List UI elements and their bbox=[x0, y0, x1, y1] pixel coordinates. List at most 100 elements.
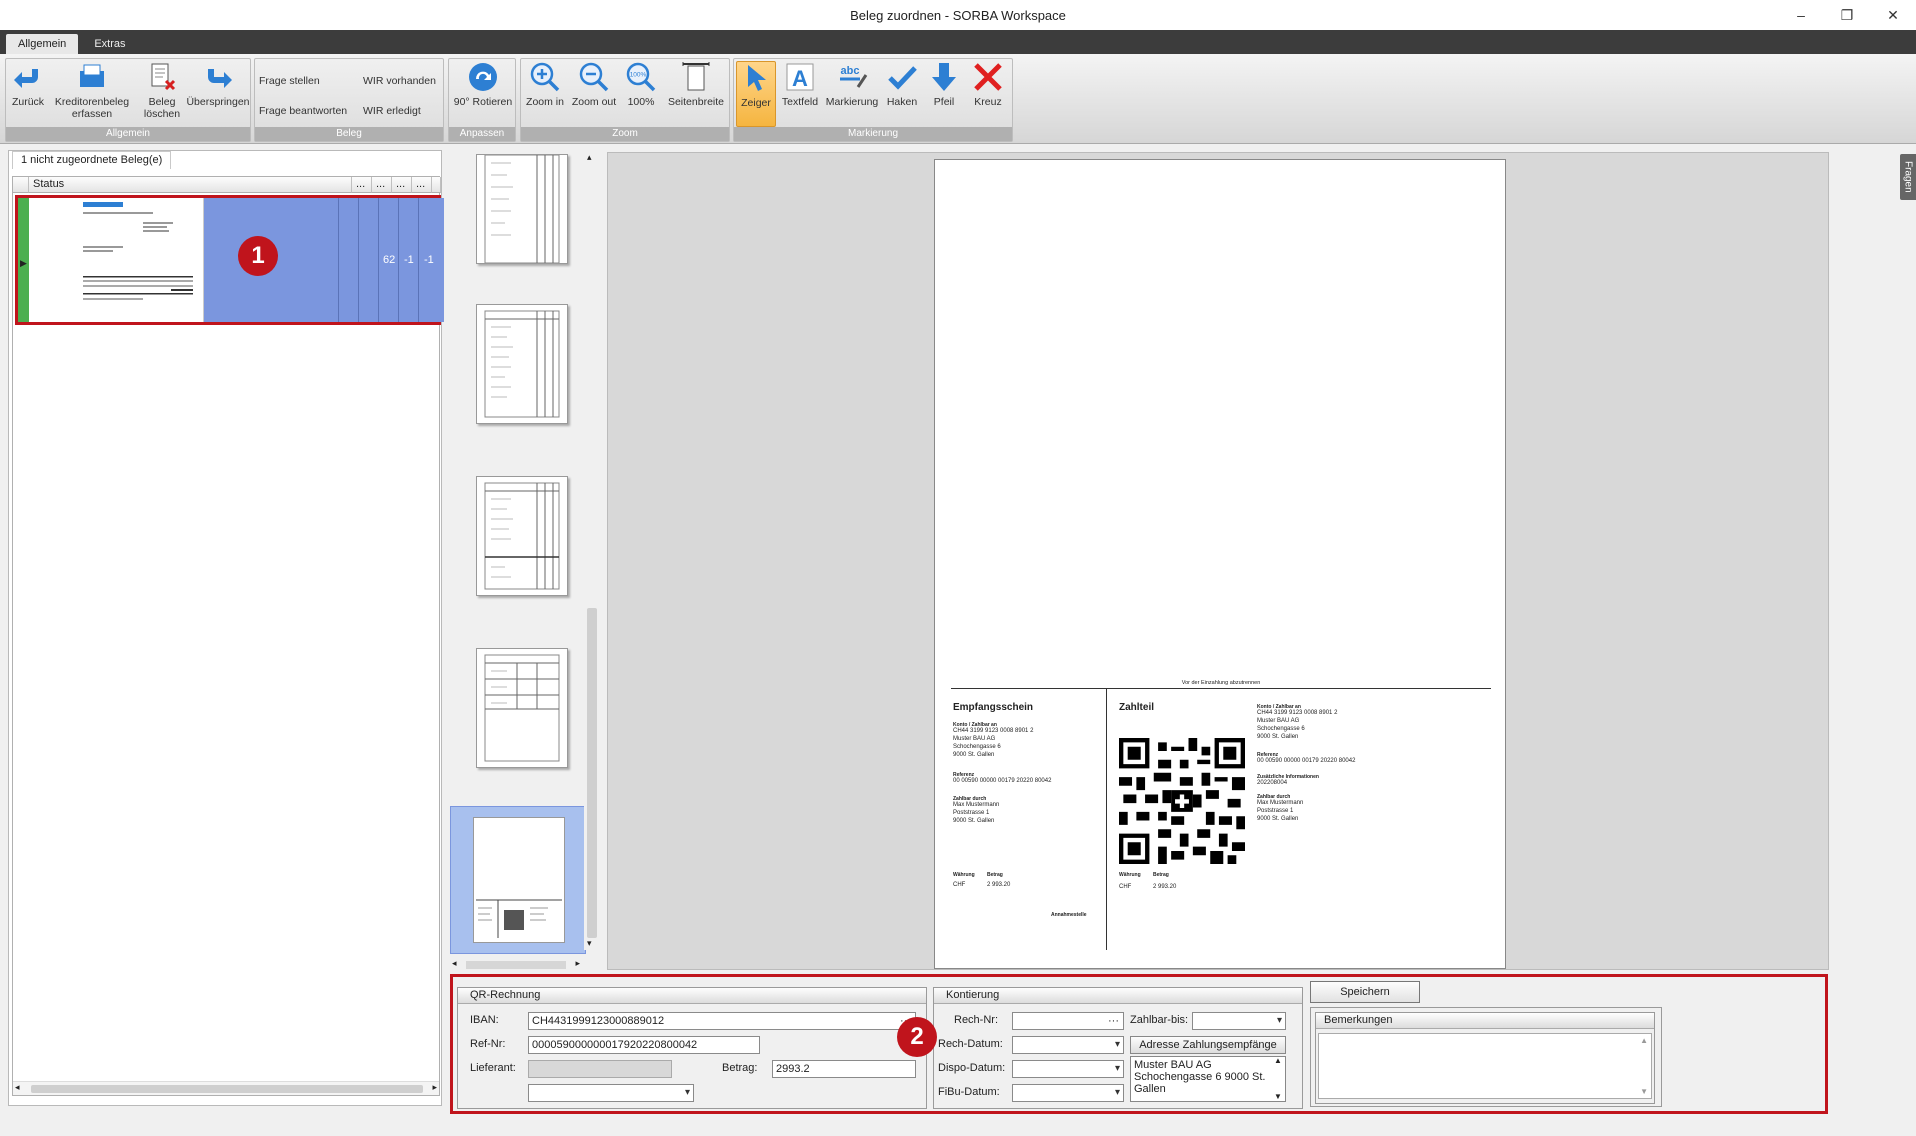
speichern-button[interactable]: Speichern bbox=[1310, 981, 1420, 1003]
ueberspringen-button[interactable]: Überspringen bbox=[186, 61, 250, 127]
row-cell-value: 62 bbox=[383, 254, 396, 266]
page-thumbnail-3[interactable] bbox=[476, 476, 568, 596]
ref-nr-field[interactable]: 000059000000017920220800042 bbox=[528, 1036, 760, 1054]
column-header[interactable]: ... bbox=[392, 177, 412, 193]
group-caption-beleg: Beleg bbox=[255, 127, 443, 141]
kontierung-group: Kontierung Rech-Nr: ··· Zahlbar-bis: Rec… bbox=[933, 987, 1303, 1109]
zoom-in-button[interactable]: Zoom in bbox=[523, 61, 567, 127]
bemerkungen-textarea[interactable]: ▲ ▼ bbox=[1318, 1033, 1652, 1099]
column-header[interactable]: ... bbox=[352, 177, 372, 193]
kontierung-title: Kontierung bbox=[934, 988, 1302, 1004]
page-preview bbox=[484, 654, 560, 762]
payment-amount: 2 993.20 bbox=[1153, 884, 1177, 890]
receipt-amount: 2 993.20 bbox=[987, 882, 1011, 888]
pfeil-button[interactable]: Pfeil bbox=[924, 61, 964, 127]
qr-rechnung-group: QR-Rechnung IBAN: CH4431999123000889012·… bbox=[457, 987, 927, 1109]
textfeld-button[interactable]: A Textfeld bbox=[778, 61, 822, 127]
scroll-thumb[interactable] bbox=[466, 961, 566, 969]
rech-datum-field[interactable] bbox=[1012, 1036, 1124, 1054]
horizontal-scrollbar[interactable]: ◂ ▸ bbox=[13, 1081, 439, 1095]
wir-vorhanden-button[interactable]: WIR vorhanden bbox=[363, 75, 436, 87]
bemerkungen-title: Bemerkungen bbox=[1316, 1013, 1654, 1029]
fibu-datum-field[interactable] bbox=[1012, 1084, 1124, 1102]
rech-nr-field[interactable]: ··· bbox=[1012, 1012, 1124, 1030]
delete-document-icon bbox=[151, 63, 176, 91]
scroll-down-icon[interactable]: ▼ bbox=[1274, 1092, 1282, 1101]
lieferant-dropdown[interactable] bbox=[528, 1084, 694, 1102]
tab-nicht-zugeordnete-belege[interactable]: 1 nicht zugeordnete Beleg(e) bbox=[12, 151, 172, 169]
qr-rechnung-title: QR-Rechnung bbox=[458, 988, 926, 1004]
scroll-thumb[interactable] bbox=[587, 608, 597, 938]
column-header-status[interactable]: Status bbox=[29, 177, 352, 193]
scroll-thumb[interactable] bbox=[31, 1085, 423, 1093]
seitenbreite-button[interactable]: Seitenbreite bbox=[663, 61, 729, 127]
payment-name: Muster BAU AG bbox=[1257, 718, 1300, 724]
zoom-out-button[interactable]: Zoom out bbox=[569, 61, 619, 127]
haken-button[interactable]: Haken bbox=[882, 61, 922, 127]
scroll-up-icon[interactable]: ▲ bbox=[1640, 1036, 1648, 1045]
fragen-side-tab[interactable]: Fragen bbox=[1900, 154, 1916, 200]
cut-line-text: Vor der Einzahlung abzutrennen bbox=[1181, 680, 1261, 686]
beleg-loeschen-button[interactable]: Beleg löschen bbox=[140, 61, 184, 127]
receipt-city: 9000 St. Gallen bbox=[953, 752, 995, 758]
thumbnails-hscrollbar[interactable]: ◂ ▸ bbox=[450, 958, 584, 972]
document-viewer[interactable]: Vor der Einzahlung abzutrennen Empfangss… bbox=[607, 152, 1829, 970]
iban-field[interactable]: CH4431999123000889012··· bbox=[528, 1012, 916, 1030]
tab-allgemein[interactable]: Allgemein bbox=[6, 34, 79, 54]
frage-stellen-button[interactable]: Frage stellen bbox=[259, 75, 320, 87]
kreditorenbeleg-erfassen-button[interactable]: Kreditorenbeleg erfassen bbox=[50, 61, 134, 127]
cell-divider bbox=[418, 198, 419, 322]
page-preview bbox=[476, 899, 562, 938]
selected-page-highlight[interactable] bbox=[450, 806, 586, 954]
payment-title: Zahlteil bbox=[1119, 702, 1155, 713]
page-thumbnail-2[interactable] bbox=[476, 304, 568, 424]
scroll-left-icon[interactable]: ◂ bbox=[15, 1082, 20, 1093]
column-header[interactable]: ... bbox=[412, 177, 432, 193]
tab-extras[interactable]: Extras bbox=[82, 34, 137, 54]
frage-beantworten-button[interactable]: Frage beantworten bbox=[259, 105, 347, 117]
lieferant-field[interactable] bbox=[528, 1060, 672, 1078]
thumbnails-scrollbar[interactable]: ▴ ▾ bbox=[584, 150, 600, 950]
scroll-right-icon[interactable]: ▸ bbox=[575, 958, 580, 969]
markierung-button[interactable]: abc Markierung bbox=[824, 61, 880, 127]
zahlbar-bis-field[interactable] bbox=[1192, 1012, 1286, 1030]
scroll-left-icon[interactable]: ◂ bbox=[452, 958, 457, 969]
column-header[interactable] bbox=[432, 177, 441, 193]
zoom-100-button[interactable]: 100% 100% bbox=[621, 61, 661, 127]
scroll-right-icon[interactable]: ▸ bbox=[432, 1082, 437, 1093]
scroll-down-icon[interactable]: ▼ bbox=[1640, 1087, 1648, 1096]
receipt-amount-label: Betrag bbox=[987, 872, 1003, 878]
minimize-icon[interactable]: – bbox=[1778, 0, 1824, 30]
betrag-field[interactable]: 2993.2 bbox=[772, 1060, 916, 1078]
adresse-textarea[interactable]: Muster BAU AG Schochengasse 6 9000 St. G… bbox=[1130, 1056, 1286, 1102]
scroll-up-icon[interactable]: ▲ bbox=[1274, 1056, 1282, 1065]
rotieren-button[interactable]: 90° Rotieren bbox=[451, 61, 515, 127]
scroll-up-icon[interactable]: ▴ bbox=[587, 152, 592, 163]
wir-erledigt-button[interactable]: WIR erledigt bbox=[363, 105, 421, 117]
page-thumbnail-1[interactable] bbox=[476, 154, 568, 264]
page-thumbnail-5[interactable] bbox=[473, 817, 565, 943]
arrow-down-icon bbox=[932, 63, 956, 91]
iban-value: CH4431999123000889012 bbox=[532, 1015, 665, 1027]
ribbon-tab-strip: Allgemein Extras bbox=[0, 30, 1916, 54]
invoice-preview-image bbox=[83, 202, 193, 300]
receipt-currency: CHF bbox=[953, 882, 966, 888]
zurueck-button[interactable]: Zurück bbox=[8, 61, 48, 127]
belege-panel: 1 nicht zugeordnete Beleg(e) Status ... … bbox=[8, 150, 444, 1106]
window-title: Beleg zuordnen - SORBA Workspace bbox=[850, 7, 1066, 23]
restore-icon[interactable]: ❐ bbox=[1824, 0, 1870, 30]
payment-street: Schochengasse 6 bbox=[1257, 726, 1305, 732]
close-icon[interactable]: ✕ bbox=[1870, 0, 1916, 30]
adresse-zahlungsempfaenger-button[interactable]: Adresse Zahlungsempfänge bbox=[1130, 1036, 1286, 1054]
browse-ellipsis-icon[interactable]: ··· bbox=[1108, 1013, 1119, 1029]
zeiger-button[interactable]: Zeiger bbox=[736, 61, 776, 127]
page-thumbnail-4[interactable] bbox=[476, 648, 568, 768]
kreuz-button[interactable]: Kreuz bbox=[966, 61, 1010, 127]
svg-text:abc: abc bbox=[841, 65, 860, 77]
dispo-datum-field[interactable] bbox=[1012, 1060, 1124, 1078]
payment-amount-label: Betrag bbox=[1153, 872, 1169, 878]
column-header[interactable]: ... bbox=[372, 177, 392, 193]
document-page[interactable]: Vor der Einzahlung abzutrennen Empfangss… bbox=[934, 159, 1506, 969]
table-row[interactable]: ▶ 62 -1 -1 1 bbox=[15, 195, 444, 325]
scroll-down-icon[interactable]: ▾ bbox=[587, 938, 592, 949]
